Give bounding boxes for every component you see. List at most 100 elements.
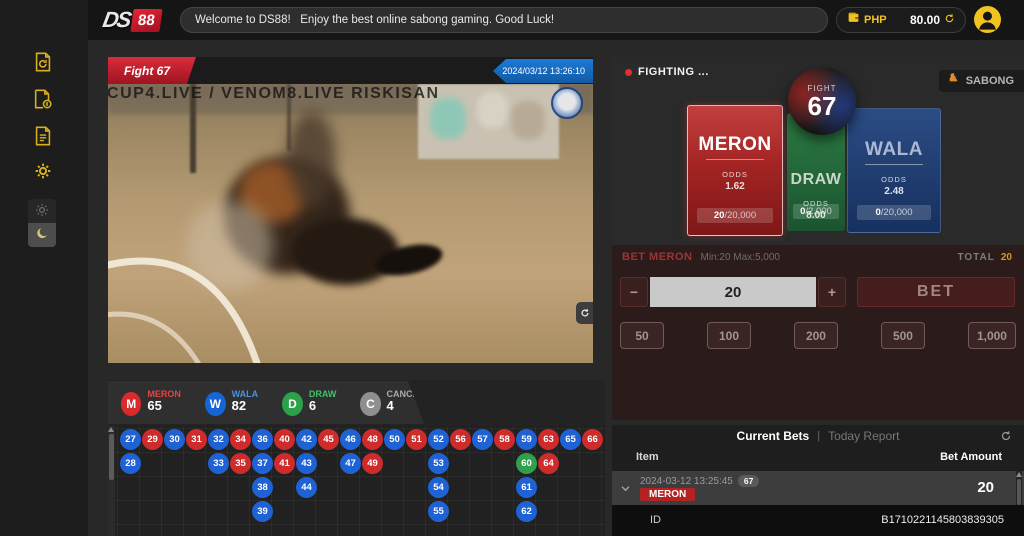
dark-mode-toggle[interactable]	[28, 223, 56, 247]
column-item: Item	[636, 451, 659, 463]
bet-detail-row: ID B1710221145803839305	[612, 505, 1024, 536]
bet-id-label: ID	[650, 514, 661, 526]
result-cell: 57	[472, 429, 493, 450]
scroll-up-arrow[interactable]	[1016, 472, 1022, 477]
rotate-video-button[interactable]	[576, 302, 593, 324]
quick-amount-button[interactable]: 50	[620, 322, 664, 349]
result-cell: 35	[230, 453, 251, 474]
topbar: DS 88 Welcome to DS88! Enjoy the best on…	[0, 0, 1024, 40]
stream-watermark: UCUP4.LIVE / VENOM8.LIVE RISKISAN	[108, 85, 593, 103]
meron-title: MERON	[698, 134, 771, 156]
bet-row[interactable]: 2024-03-12 13:25:45 67 MERON 20	[612, 471, 1024, 505]
result-type-icon: D	[282, 392, 303, 416]
logo-number: 88	[130, 9, 162, 32]
balance-value: 80.00	[910, 13, 940, 27]
wallet-icon	[847, 11, 860, 29]
meron-bet-card[interactable]: MERON ODDS 1.62 20/20,000	[687, 105, 783, 236]
refresh-balance-icon[interactable]	[944, 11, 955, 29]
user-avatar[interactable]	[974, 6, 1001, 33]
result-cell: 31	[186, 429, 207, 450]
results-summary: MMERON65WWALA82DDRAW6CCANCEL4	[108, 381, 424, 424]
result-cell: 59	[516, 429, 537, 450]
quick-amount-button[interactable]: 200	[794, 322, 838, 349]
result-cell: 44	[296, 477, 317, 498]
video-header: Fight 67 2024/03/12 13:26:10	[108, 57, 593, 84]
refresh-bets-button[interactable]	[1000, 430, 1012, 445]
bet-side-badge: MERON	[640, 488, 695, 501]
fight-number-badge: Fight 67	[108, 57, 196, 84]
quick-amount-button[interactable]: 1,000	[968, 322, 1016, 349]
column-bet-amount: Bet Amount	[940, 451, 1002, 463]
result-cell: 43	[296, 453, 317, 474]
result-cell: 30	[164, 429, 185, 450]
sidebar-item-betting-records[interactable]	[28, 48, 58, 78]
total-value: 20	[1001, 252, 1012, 263]
chevron-down-icon[interactable]	[620, 481, 631, 499]
total-label: TOTAL	[957, 252, 994, 263]
stream-logo	[551, 87, 583, 119]
tab-today-report[interactable]: Today Report	[828, 429, 899, 443]
result-cell: 28	[120, 453, 141, 474]
sun-icon	[34, 202, 50, 221]
result-cell: 37	[252, 453, 273, 474]
moon-icon	[35, 226, 50, 244]
file-sync-icon	[32, 51, 54, 76]
scrollbar-thumb[interactable]	[1017, 479, 1021, 505]
wala-bet-card[interactable]: WALA ODDS 2.48 0/20,000	[847, 108, 941, 233]
video-timestamp: 2024/03/12 13:26:10	[502, 66, 585, 76]
result-cell: 51	[406, 429, 427, 450]
result-cell: 62	[516, 501, 537, 522]
bets-tabs: Current Bets | Today Report	[612, 429, 1024, 443]
wallet-balance[interactable]: PHP 80.00	[836, 7, 966, 33]
meron-odds: 1.62	[725, 181, 744, 192]
result-cell: 61	[516, 477, 537, 498]
bet-amount-input[interactable]	[650, 277, 816, 307]
odds-label: ODDS	[722, 170, 748, 179]
bet-id-value: B1710221145803839305	[881, 514, 1004, 526]
tab-current-bets[interactable]: Current Bets	[737, 429, 810, 443]
result-cell: 45	[318, 429, 339, 450]
wala-title: WALA	[865, 139, 923, 161]
sidebar-item-money-records[interactable]	[28, 85, 58, 115]
quick-amount-button[interactable]: 500	[881, 322, 925, 349]
meron-bet-amount: 20	[714, 210, 725, 221]
announcement-text: Welcome to DS88! Enjoy the best online s…	[195, 14, 554, 26]
bets-table-header: Item Bet Amount	[612, 451, 1024, 469]
fight-badge-label: Fight 67	[124, 64, 170, 78]
scroll-up-arrow[interactable]	[108, 427, 114, 432]
bet-button[interactable]: BET	[857, 277, 1015, 307]
result-cell: 54	[428, 477, 449, 498]
result-type-icon: M	[121, 392, 141, 416]
result-cell: 33	[208, 453, 229, 474]
live-dot-icon	[625, 69, 632, 76]
result-cell: 58	[494, 429, 515, 450]
rooster-icon	[947, 72, 961, 91]
quick-amount-button[interactable]: 100	[707, 322, 751, 349]
results-scrollbar[interactable]	[108, 426, 115, 536]
video-frame[interactable]: UCUP4.LIVE / VENOM8.LIVE RISKISAN	[108, 84, 593, 363]
result-type-icon: C	[360, 392, 380, 416]
quick-amounts: 50 100 200 500 1,000	[620, 322, 1016, 349]
sidebar-item-rules[interactable]	[28, 122, 58, 152]
result-cell: 40	[274, 429, 295, 450]
increase-amount-button[interactable]: +	[818, 277, 846, 307]
result-cell: 53	[428, 453, 449, 474]
draw-title: DRAW	[791, 171, 842, 189]
result-cell: 46	[340, 429, 361, 450]
chalk-line	[108, 84, 593, 363]
logo-text: DS	[101, 7, 132, 33]
results-grid: 2729303132343640424546485051525657585963…	[108, 426, 605, 536]
result-cell: 64	[538, 453, 559, 474]
app-root: DS 88 Welcome to DS88! Enjoy the best on…	[0, 0, 1024, 536]
scrollbar-thumb[interactable]	[109, 434, 114, 480]
sidebar-item-settings[interactable]	[28, 157, 58, 187]
betting-panel: FIGHTING ... SABONG FIGHT 67 MERON ODDS …	[612, 57, 1024, 420]
result-cell: 48	[362, 429, 383, 450]
decrease-amount-button[interactable]: −	[620, 277, 648, 307]
result-cell: 27	[120, 429, 141, 450]
bet-fight-number-pill: 67	[738, 475, 759, 487]
draw-bet-max: /2,000	[805, 206, 831, 217]
light-mode-toggle[interactable]	[28, 199, 56, 223]
announcement-bar: Welcome to DS88! Enjoy the best online s…	[180, 7, 828, 33]
ds88-logo[interactable]: DS 88	[103, 7, 160, 33]
